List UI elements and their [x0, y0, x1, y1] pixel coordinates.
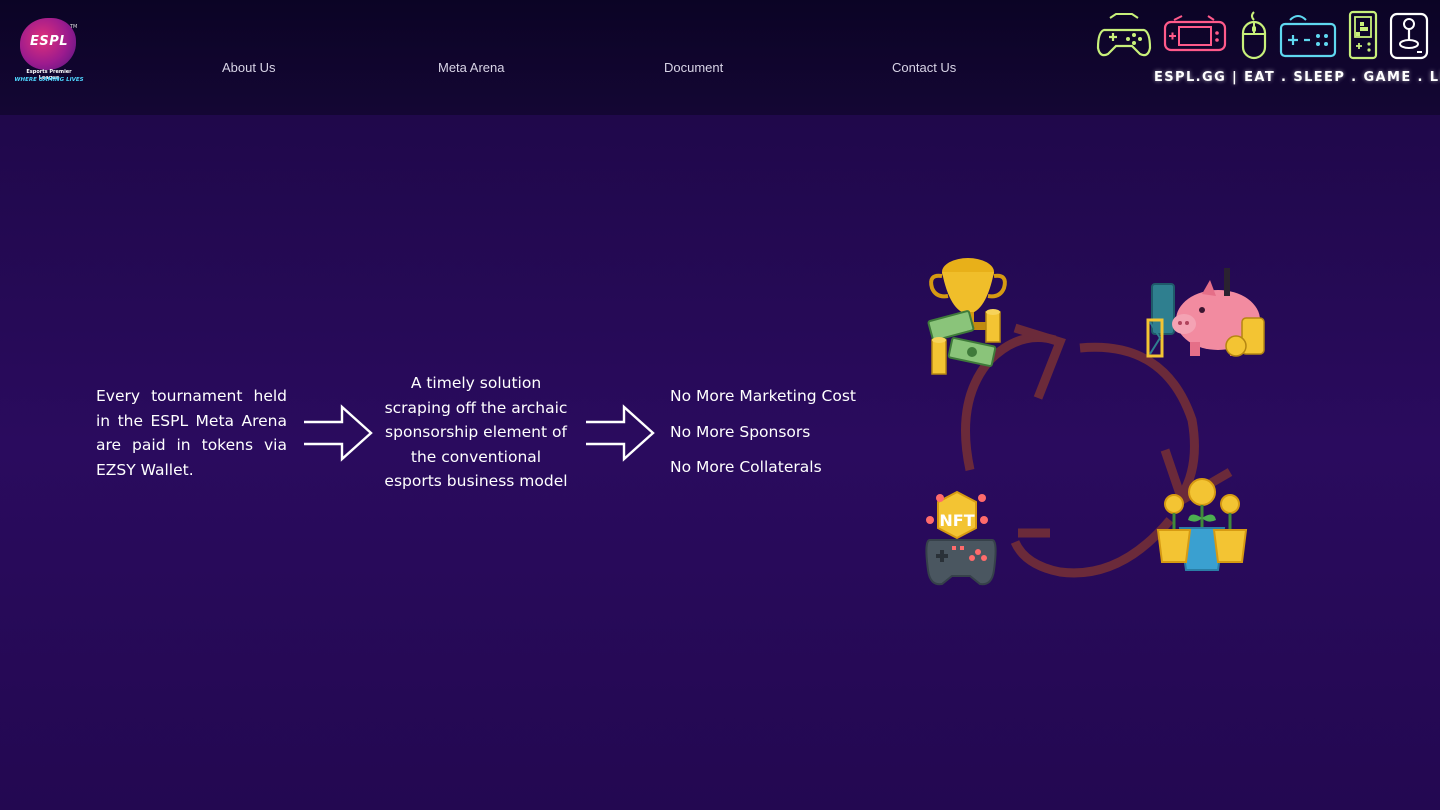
piggy-bank-icon — [1146, 268, 1265, 358]
nav-about-us[interactable]: About Us — [222, 60, 275, 75]
nav-contact-us[interactable]: Contact Us — [892, 60, 956, 75]
logo-title: ESPL — [29, 34, 69, 49]
joystick-icon — [1389, 12, 1429, 60]
logo-tagline: WHERE GAMING LIVES — [14, 77, 84, 83]
benefit-item: No More Sponsors — [670, 422, 811, 441]
tetris-device-icon — [1348, 10, 1378, 60]
logo-trademark: TM — [70, 24, 78, 30]
reward-cycle-diagram: NFT — [925, 258, 1265, 586]
handheld-console-icon — [1163, 15, 1227, 52]
mouse-icon — [1241, 11, 1267, 60]
site-tagline: ESPL.GG | EAT . SLEEP . GAME . LIVE — [1154, 70, 1440, 85]
gamepad-icon — [1096, 13, 1152, 57]
nft-label: NFT — [939, 511, 974, 530]
benefits-list: No More Marketing Cost No More Sponsors … — [670, 384, 890, 491]
nav-document[interactable]: Document — [664, 60, 723, 75]
nft-gamepad-icon: NFT — [925, 490, 997, 586]
flow-step-tournament: Every tournament held in the ESPL Meta A… — [96, 387, 287, 479]
site-header: ESPL TM Esports Premier League WHERE GAM… — [0, 0, 1440, 115]
gaming-icons-row — [1094, 10, 1434, 62]
retro-controller-icon — [1279, 15, 1337, 58]
trophy-money-icon — [927, 258, 1007, 375]
arrow-right-icon — [304, 404, 373, 462]
flow-step-solution: A timely solution scraping off the archa… — [384, 374, 568, 490]
benefit-item: No More Marketing Cost — [670, 387, 856, 405]
nav-meta-arena[interactable]: Meta Arena — [438, 60, 505, 75]
arrow-right-icon — [586, 404, 655, 462]
espl-logo[interactable]: ESPL TM Esports Premier League WHERE GAM… — [14, 12, 84, 88]
benefit-item: No More Collaterals — [670, 458, 822, 476]
